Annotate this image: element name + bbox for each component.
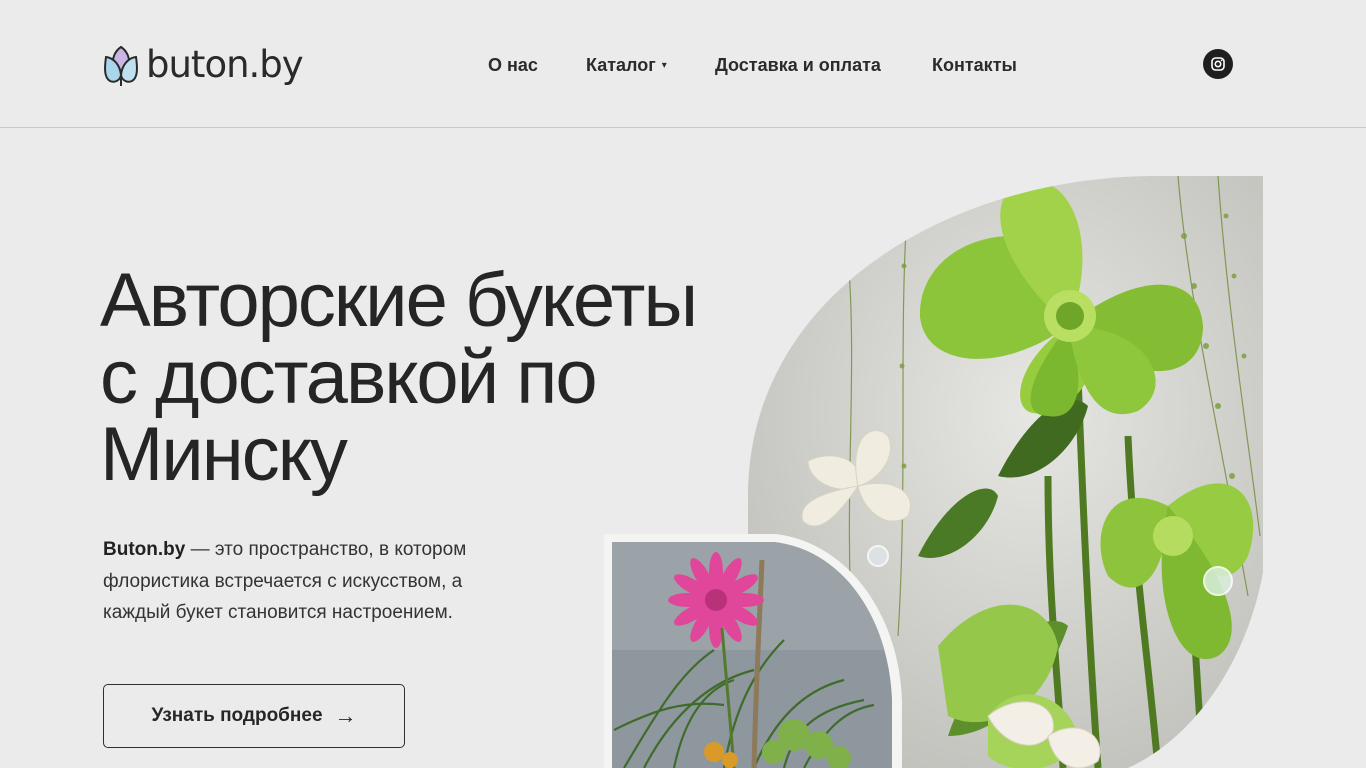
brand-name: Buton.by — [103, 539, 186, 560]
instagram-link[interactable] — [1203, 49, 1233, 79]
bouquet-image — [604, 534, 902, 768]
learn-more-label: Узнать подробнее — [151, 705, 323, 726]
main-nav: О нас Каталог ▾ Доставка и оплата Контакт… — [0, 52, 1366, 78]
arrow-right-icon: → — [334, 703, 357, 728]
hero-title-line: с доставкой по — [100, 335, 598, 420]
learn-more-button[interactable]: Узнать подробнее → — [103, 684, 405, 748]
instagram-icon — [1211, 57, 1225, 71]
hero-title-line: Авторские букеты — [100, 258, 698, 343]
nav-item-contacts[interactable]: Контакты — [932, 52, 1017, 78]
nav-item-catalog[interactable]: Каталог ▾ — [586, 52, 667, 79]
chevron-down-icon: ▾ — [661, 60, 667, 72]
site-header: buton.by О нас Каталог ▾ Доставка и оплат… — [0, 0, 1366, 128]
nav-item-about[interactable]: О нас — [488, 52, 538, 78]
nav-item-delivery[interactable]: Доставка и оплата — [715, 52, 881, 78]
nav-item-catalog-label: Каталог — [586, 55, 656, 75]
hero-title-line: Минску — [100, 412, 348, 497]
hero-title: Авторские букеты с доставкой по Минску — [100, 262, 760, 493]
hero-description: Buton.by — это пространство, в котором ф… — [103, 534, 533, 629]
